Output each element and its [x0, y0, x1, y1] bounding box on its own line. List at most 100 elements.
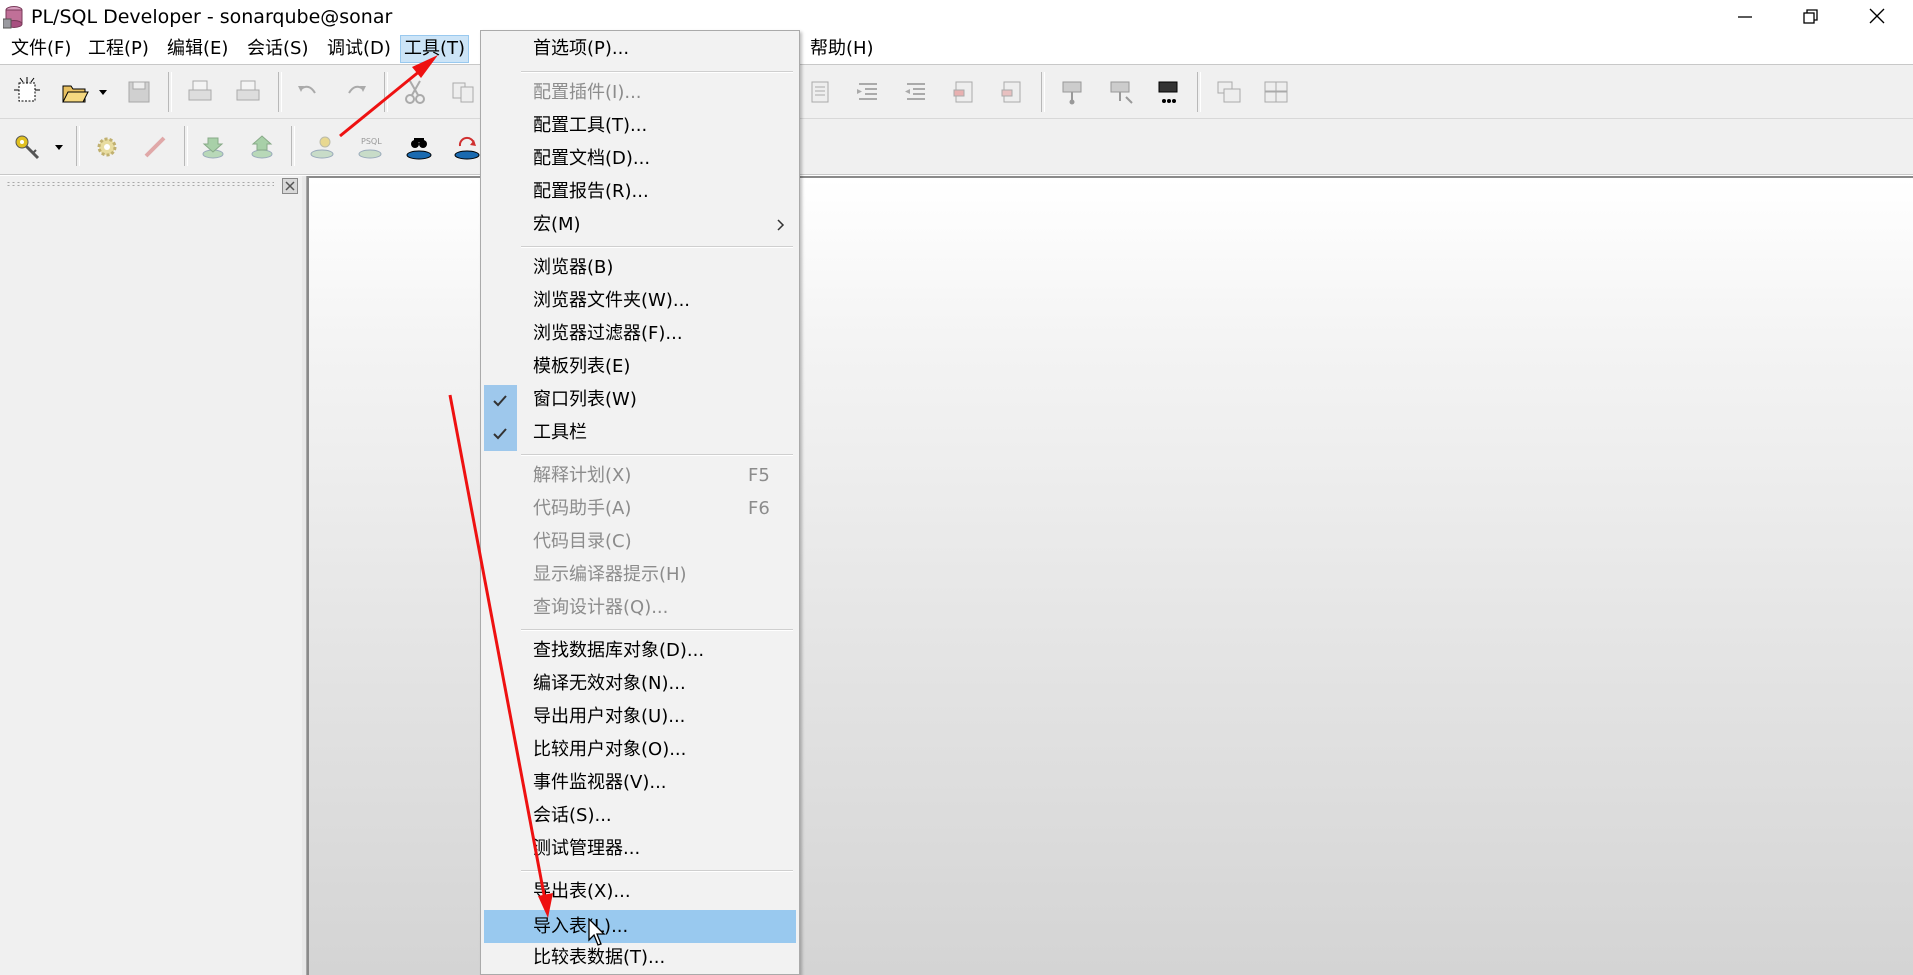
menu-item-explain-plan[interactable]: 解释计划(X) F5: [484, 461, 796, 491]
menu-item-compiler-hints[interactable]: 显示编译器提示(H): [484, 560, 796, 590]
menu-item-template-list[interactable]: 模板列表(E): [484, 352, 796, 382]
menu-edit[interactable]: 编辑(E): [164, 36, 231, 62]
svg-text:PSQL: PSQL: [361, 137, 382, 146]
toolbar-separator: [184, 126, 188, 166]
psql-icon[interactable]: PSQL: [355, 132, 385, 162]
menu-separator: [521, 71, 793, 73]
menu-item-compare-user-objects[interactable]: 比较用户对象(O)...: [484, 735, 796, 765]
commit-icon[interactable]: [198, 132, 228, 162]
mouse-cursor-icon: [588, 918, 606, 946]
menu-separator: [521, 246, 793, 248]
window-list-panel: [0, 176, 302, 975]
menu-item-toolbar[interactable]: 工具栏: [484, 418, 796, 451]
submenu-arrow-icon: [777, 219, 785, 231]
menu-item-configure-tools[interactable]: 配置工具(T)...: [484, 111, 796, 141]
menu-separator: [521, 629, 793, 631]
menu-item-test-manager[interactable]: 测试管理器...: [484, 834, 796, 864]
toolbar-separator: [76, 126, 80, 166]
dropdown-arrow-icon[interactable]: [52, 132, 66, 162]
rollback-icon[interactable]: [247, 132, 277, 162]
minimize-button[interactable]: [1713, 0, 1777, 34]
toolbar-separator: [278, 72, 282, 112]
menu-tools[interactable]: 工具(T): [400, 35, 470, 63]
debug-icon[interactable]: [1058, 77, 1088, 107]
menu-item-export-user-objects[interactable]: 导出用户对象(U)...: [484, 702, 796, 732]
open-folder-icon[interactable]: [60, 77, 90, 107]
print-preview-icon[interactable]: [233, 77, 263, 107]
menu-item-compile-invalid-objects[interactable]: 编译无效对象(N)...: [484, 669, 796, 699]
minimize-icon: [1738, 16, 1752, 18]
redo-icon[interactable]: [341, 77, 371, 107]
copy-icon[interactable]: [449, 77, 479, 107]
tools-menu: 首选项(P)... 配置插件(I)... 配置工具(T)... 配置文档(D).…: [480, 30, 800, 975]
window-title: PL/SQL Developer - sonarqube@sonar: [31, 6, 393, 28]
menu-item-event-monitor[interactable]: 事件监视器(V)...: [484, 768, 796, 798]
menu-session[interactable]: 会话(S): [244, 36, 311, 62]
restore-icon: [1803, 9, 1818, 24]
menu-project[interactable]: 工程(P): [85, 36, 152, 62]
logon-key-icon[interactable]: [12, 132, 42, 162]
undo-icon[interactable]: [293, 77, 323, 107]
panel-close-icon[interactable]: [282, 178, 298, 194]
new-icon[interactable]: [12, 76, 42, 106]
menu-item-window-list[interactable]: 窗口列表(W): [484, 385, 796, 418]
uncomment-icon[interactable]: [998, 77, 1028, 107]
cascade-windows-icon[interactable]: [1214, 77, 1244, 107]
main-toolbar: [0, 64, 1913, 119]
print-icon[interactable]: [185, 77, 215, 107]
save-icon[interactable]: [124, 77, 154, 107]
menu-item-code-assistant[interactable]: 代码助手(A) F6: [484, 494, 796, 524]
execute-gear-icon[interactable]: [92, 132, 122, 162]
break-icon[interactable]: [140, 132, 170, 162]
panel-grip[interactable]: [6, 181, 274, 187]
tile-windows-icon[interactable]: [1261, 77, 1291, 107]
menu-help[interactable]: 帮助(H): [807, 36, 877, 62]
title-bar: PL/SQL Developer - sonarqube@sonar: [0, 0, 1913, 34]
sql-connect-icon[interactable]: [307, 132, 337, 162]
menu-item-macro[interactable]: 宏(M): [484, 210, 796, 240]
step-icon[interactable]: [1106, 77, 1136, 107]
checkmark-icon: [493, 428, 507, 440]
menu-item-browser[interactable]: 浏览器(B): [484, 253, 796, 283]
menu-item-compare-table-data[interactable]: 比较表数据(T)...: [484, 943, 796, 973]
menu-item-configure-plugins[interactable]: 配置插件(I)...: [484, 78, 796, 108]
comment-icon[interactable]: [950, 77, 980, 107]
checkmark-icon: [493, 395, 507, 407]
toolbar-separator: [168, 72, 172, 112]
recompile-icon[interactable]: [452, 132, 482, 162]
menu-item-query-builder[interactable]: 查询设计器(Q)...: [484, 593, 796, 623]
menu-item-code-contents[interactable]: 代码目录(C): [484, 527, 796, 557]
menu-file[interactable]: 文件(F): [8, 36, 74, 62]
find-db-objects-icon[interactable]: [404, 132, 434, 162]
unindent-icon[interactable]: [853, 77, 883, 107]
menu-item-sessions[interactable]: 会话(S)...: [484, 801, 796, 831]
restore-button[interactable]: [1779, 0, 1843, 34]
menu-bar: 文件(F) 工程(P) 编辑(E) 会话(S) 调试(D) 工具(T) 帮助(H…: [0, 34, 1913, 64]
menu-item-browser-folders[interactable]: 浏览器文件夹(W)...: [484, 286, 796, 316]
toolbar-separator: [384, 72, 388, 112]
menu-item-find-db-objects[interactable]: 查找数据库对象(D)...: [484, 636, 796, 666]
checkmark-box: [484, 418, 517, 451]
menu-item-configure-documents[interactable]: 配置文档(D)...: [484, 144, 796, 174]
checkmark-box: [484, 385, 517, 418]
align-icon[interactable]: [901, 77, 931, 107]
secondary-toolbar: PSQL: [0, 119, 1913, 175]
toolbar-separator: [1197, 72, 1201, 112]
menu-item-import-tables[interactable]: 导入表(L)...: [484, 910, 796, 943]
close-window-button[interactable]: [1845, 0, 1909, 34]
menu-separator: [521, 870, 793, 872]
menu-debug[interactable]: 调试(D): [324, 36, 394, 62]
dropdown-arrow-icon[interactable]: [96, 77, 110, 107]
menu-separator: [521, 454, 793, 456]
close-icon: [1869, 8, 1885, 24]
indent-icon[interactable]: [806, 77, 836, 107]
menu-item-export-tables[interactable]: 导出表(X)...: [484, 877, 796, 907]
toolbar-separator: [1041, 72, 1045, 112]
menu-item-browser-filters[interactable]: 浏览器过滤器(F)...: [484, 319, 796, 349]
app-database-icon: [3, 6, 23, 29]
menu-item-preferences[interactable]: 首选项(P)...: [484, 34, 796, 64]
toolbar-separator: [291, 126, 295, 166]
run-icon[interactable]: [1154, 77, 1184, 107]
cut-icon[interactable]: [400, 77, 430, 107]
menu-item-configure-reports[interactable]: 配置报告(R)...: [484, 177, 796, 207]
